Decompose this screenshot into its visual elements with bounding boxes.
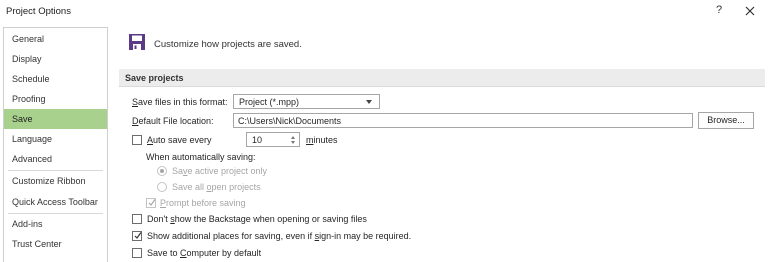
additional-places-checkbox[interactable] [132,231,142,241]
hide-backstage-label: Don't show the Backstage when opening or… [147,214,367,224]
save-format-label: Save files in this format: [132,97,228,107]
save-all-label: Save all open projects [172,182,261,192]
sidebar-item-advanced[interactable]: Advanced [4,149,107,169]
save-format-value: Project (*.mpp) [239,97,300,107]
page-header-text: Customize how projects are saved. [154,39,302,50]
when-saving-label: When automatically saving: [146,152,256,162]
autosave-label: Auto save every [147,135,212,145]
floppy-disk-icon [129,34,145,50]
sidebar-item-proofing[interactable]: Proofing [4,89,107,109]
window-title: Project Options [6,6,71,17]
spin-up-icon[interactable] [291,136,295,139]
sidebar-item-schedule[interactable]: Schedule [4,69,107,89]
save-to-computer-checkbox[interactable] [132,248,142,258]
radio-selected-dot [160,169,164,173]
sidebar-item-quick-access-toolbar[interactable]: Quick Access Toolbar [4,192,107,212]
default-location-input[interactable]: C:\Users\Nick\Documents [233,113,693,128]
hide-backstage-checkbox[interactable] [132,214,142,224]
browse-button[interactable]: Browse... [698,112,754,129]
sidebar-item-customize-ribbon[interactable]: Customize Ribbon [4,171,107,191]
sidebar-item-display[interactable]: Display [4,49,107,69]
sidebar-item-save[interactable]: Save [4,109,107,129]
autosave-interval-value: 10 [252,135,263,145]
save-active-radio[interactable] [157,166,167,176]
save-all-radio[interactable] [157,182,167,192]
autosave-checkbox[interactable] [132,135,142,145]
chevron-down-icon [366,100,372,104]
sidebar-item-general[interactable]: General [4,29,107,49]
checkmark-icon [148,199,156,206]
close-button[interactable] [742,3,758,19]
sidebar-item-add-ins[interactable]: Add-ins [4,214,107,234]
help-button[interactable]: ? [712,4,726,18]
sidebar-item-trust-center[interactable]: Trust Center [4,234,107,254]
autosave-unit-label: minutes [306,135,338,145]
default-location-label: Default File location: [132,116,214,126]
options-sidebar: General Display Schedule Proofing Save L… [3,27,108,262]
close-icon [745,6,755,16]
save-active-label: Save active project only [172,166,268,176]
checkmark-icon [134,232,142,239]
spin-down-icon[interactable] [291,141,295,144]
save-options-panel: Customize how projects are saved. Save p… [110,27,768,262]
sidebar-item-language[interactable]: Language [4,129,107,149]
prompt-before-saving-label: Prompt before saving [160,198,246,208]
section-title: Save projects [125,73,184,83]
default-location-value: C:\Users\Nick\Documents [238,116,342,126]
autosave-interval-stepper[interactable]: 10 [246,132,300,147]
additional-places-label: Show additional places for saving, even … [147,231,412,241]
save-format-dropdown[interactable]: Project (*.mpp) [233,94,380,109]
save-to-computer-label: Save to Computer by default [147,248,262,258]
title-bar: Project Options ? [0,0,768,24]
section-header: Save projects [119,69,765,87]
prompt-before-saving-checkbox[interactable] [146,198,156,208]
